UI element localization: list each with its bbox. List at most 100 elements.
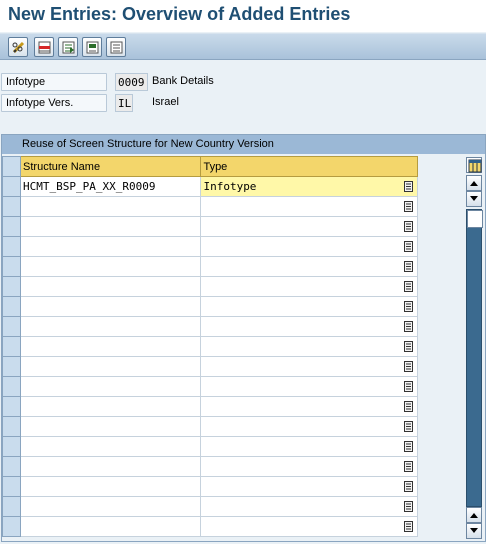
type-cell[interactable] [200, 376, 418, 397]
column-header-structure-name[interactable]: Structure Name [20, 156, 202, 177]
delete-row-button[interactable] [34, 37, 54, 57]
structure-name-cell[interactable] [20, 276, 202, 297]
value-help-icon[interactable] [404, 361, 413, 372]
type-cell[interactable] [200, 476, 418, 497]
table-row [1, 456, 418, 477]
row-selector[interactable] [1, 496, 22, 517]
value-help-icon[interactable] [404, 481, 413, 492]
row-selector[interactable] [1, 336, 22, 357]
structure-name-cell[interactable] [20, 496, 202, 517]
structure-name-cell[interactable] [20, 356, 202, 377]
value-help-icon[interactable] [404, 521, 413, 532]
type-cell[interactable] [200, 236, 418, 257]
value-help-icon[interactable] [404, 401, 413, 412]
row-selector[interactable] [1, 476, 22, 497]
structure-name-cell[interactable] [20, 376, 202, 397]
application-toolbar [0, 33, 486, 60]
type-cell[interactable] [200, 216, 418, 237]
title-bar: New Entries: Overview of Added Entries [0, 0, 486, 32]
delete-row-icon [38, 41, 51, 54]
type-cell[interactable] [200, 416, 418, 437]
type-cell[interactable]: Infotype [200, 176, 418, 197]
value-help-icon[interactable] [404, 341, 413, 352]
row-selector[interactable] [1, 436, 22, 457]
type-cell[interactable] [200, 396, 418, 417]
value-help-icon[interactable] [404, 261, 413, 272]
type-cell[interactable] [200, 356, 418, 377]
structure-name-cell[interactable] [20, 196, 202, 217]
row-selector[interactable] [1, 196, 22, 217]
structure-name-cell[interactable] [20, 296, 202, 317]
structure-name-cell[interactable] [20, 456, 202, 477]
scroll-thumb[interactable] [467, 210, 483, 228]
type-cell[interactable] [200, 436, 418, 457]
structure-name-cell[interactable] [20, 436, 202, 457]
row-selector[interactable] [1, 516, 22, 537]
row-selector[interactable] [1, 296, 22, 317]
value-help-icon[interactable] [404, 501, 413, 512]
structure-name-cell[interactable] [20, 336, 202, 357]
value-help-icon[interactable] [404, 221, 413, 232]
table-settings-button[interactable] [466, 157, 482, 173]
row-selector[interactable] [1, 456, 22, 477]
scroll-track[interactable] [466, 209, 483, 507]
type-cell[interactable] [200, 316, 418, 337]
value-help-icon[interactable] [404, 441, 413, 452]
table-row [1, 436, 418, 457]
scroll-up-button-bottom[interactable] [466, 507, 482, 523]
select-all-rows-button[interactable] [1, 156, 22, 177]
structure-name-cell[interactable] [20, 216, 202, 237]
structure-name-cell[interactable] [20, 516, 202, 537]
table-header-row: Structure Name Type [1, 156, 418, 177]
structure-name-cell[interactable] [20, 396, 202, 417]
type-cell[interactable] [200, 196, 418, 217]
value-help-icon[interactable] [404, 241, 413, 252]
structure-name-cell[interactable] [20, 236, 202, 257]
structure-name-cell[interactable] [20, 416, 202, 437]
scroll-down-button-top[interactable] [466, 191, 482, 207]
value-help-icon[interactable] [404, 461, 413, 472]
row-selector[interactable] [1, 256, 22, 277]
structure-name-cell[interactable]: HCMT_BSP_PA_XX_R0009 [20, 176, 202, 197]
structure-name-cell[interactable] [20, 476, 202, 497]
value-help-icon[interactable] [404, 421, 413, 432]
row-selector[interactable] [1, 316, 22, 337]
arrow-down-icon [470, 196, 478, 201]
row-selector[interactable] [1, 416, 22, 437]
type-cell[interactable] [200, 516, 418, 537]
row-selector[interactable] [1, 216, 22, 237]
type-cell[interactable] [200, 456, 418, 477]
value-help-icon[interactable] [404, 281, 413, 292]
row-selector[interactable] [1, 356, 22, 377]
value-help-icon[interactable] [404, 321, 413, 332]
type-cell[interactable] [200, 296, 418, 317]
select-all-button[interactable] [58, 37, 78, 57]
row-selector[interactable] [1, 376, 22, 397]
row-selector[interactable] [1, 176, 22, 197]
structure-name-cell[interactable] [20, 256, 202, 277]
value-help-icon[interactable] [404, 201, 413, 212]
select-block-icon [86, 41, 99, 54]
deselect-all-button[interactable] [106, 37, 126, 57]
arrow-up-icon [470, 513, 478, 518]
value-help-icon[interactable] [404, 301, 413, 312]
value-help-icon[interactable] [404, 181, 413, 192]
table-row [1, 316, 418, 337]
value-help-icon[interactable] [404, 381, 413, 392]
type-cell[interactable] [200, 276, 418, 297]
type-cell[interactable] [200, 496, 418, 517]
display-change-button[interactable] [8, 37, 28, 57]
scroll-up-button[interactable] [466, 175, 482, 191]
row-selector[interactable] [1, 276, 22, 297]
type-cell[interactable] [200, 256, 418, 277]
column-header-type[interactable]: Type [200, 156, 418, 177]
scroll-down-button[interactable] [466, 523, 482, 539]
select-block-button[interactable] [82, 37, 102, 57]
vertical-scrollbar[interactable] [466, 157, 484, 541]
row-selector[interactable] [1, 396, 22, 417]
structure-name-cell[interactable] [20, 316, 202, 337]
table-row [1, 216, 418, 237]
table-row [1, 336, 418, 357]
row-selector[interactable] [1, 236, 22, 257]
type-cell[interactable] [200, 336, 418, 357]
